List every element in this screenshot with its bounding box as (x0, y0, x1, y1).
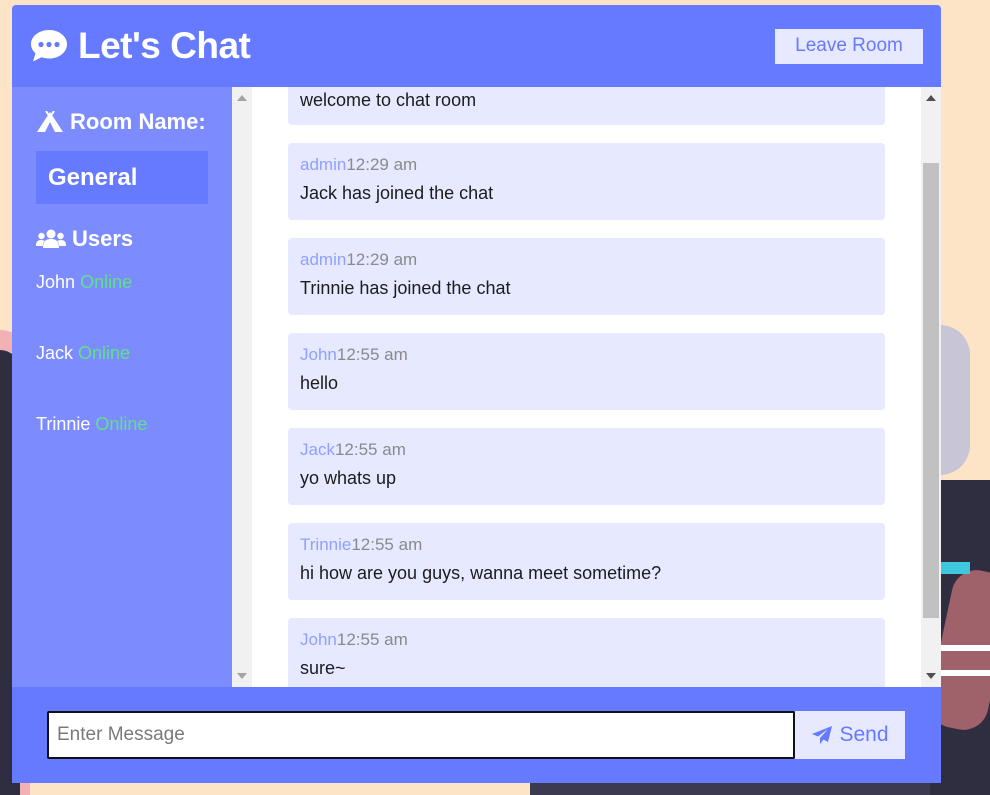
message-text: hello (300, 373, 339, 393)
message-time: 12:29 am (346, 250, 418, 269)
send-button[interactable]: Send (795, 711, 905, 759)
message-author: admin (300, 155, 347, 174)
message-author: Trinnie (300, 535, 352, 554)
room-heading-label: Room Name: (70, 109, 206, 134)
message-list: welcome to chat room admin12:29 am Jack … (288, 87, 885, 687)
users-heading-label: Users (72, 226, 134, 251)
user-status: Online (80, 272, 133, 292)
message-time: 12:55 am (336, 345, 408, 364)
campground-icon (37, 111, 63, 132)
scroll-down-arrow-icon[interactable] (237, 673, 247, 679)
brand: Let's Chat (30, 25, 251, 67)
message-text: yo whats up (300, 468, 397, 488)
messages-panel[interactable]: welcome to chat room admin12:29 am Jack … (252, 87, 921, 687)
comment-dots-icon (31, 30, 67, 62)
message-text: sure~ (300, 658, 346, 678)
user-item: Trinnie Online (36, 414, 208, 485)
paper-plane-icon (812, 726, 833, 744)
scrollbar-thumb[interactable] (923, 163, 939, 618)
user-item: Jack Online (36, 343, 208, 414)
room-name: General (36, 151, 208, 204)
main-area: Room Name: General Users John Online Jac… (12, 87, 941, 687)
message-meta: admin12:29 am (300, 155, 873, 175)
message-meta: Trinnie12:55 am (300, 535, 873, 555)
message-author: Jack (300, 440, 335, 459)
illustration-shape (940, 562, 970, 574)
chat-header: Let's Chat Leave Room (12, 5, 941, 87)
message-item: Jack12:55 am yo whats up (288, 428, 885, 505)
message-input[interactable] (47, 711, 795, 759)
message-time: 12:55 am (334, 440, 406, 459)
illustration-shape (940, 670, 990, 676)
message-item: welcome to chat room (288, 87, 885, 125)
message-text: welcome to chat room (300, 90, 477, 110)
users-list: John Online Jack Online Trinnie Online (36, 272, 208, 485)
users-icon (36, 229, 66, 248)
message-composer: Send (12, 687, 941, 783)
user-item: John Online (36, 272, 208, 343)
message-time: 12:55 am (351, 535, 423, 554)
message-meta: John12:55 am (300, 345, 873, 365)
room-heading: Room Name: (36, 109, 208, 135)
message-author: admin (300, 250, 347, 269)
message-item: John12:55 am hello (288, 333, 885, 410)
message-item: admin12:29 am Jack has joined the chat (288, 143, 885, 220)
message-author: John (300, 630, 337, 649)
send-label: Send (839, 723, 889, 746)
user-name: Jack (36, 343, 74, 363)
message-item: Trinnie12:55 am hi how are you guys, wan… (288, 523, 885, 600)
left-scrollbar[interactable] (232, 87, 252, 687)
right-scrollbar[interactable] (921, 87, 941, 687)
users-heading: Users (36, 226, 208, 252)
message-meta: admin12:29 am (300, 250, 873, 270)
message-time: 12:55 am (336, 630, 408, 649)
scroll-up-arrow-icon[interactable] (926, 95, 936, 101)
message-time: 12:29 am (346, 155, 418, 174)
user-name: John (36, 272, 76, 292)
user-status: Online (95, 414, 148, 434)
app-title: Let's Chat (78, 25, 251, 66)
message-author: John (300, 345, 337, 364)
message-meta: John12:55 am (300, 630, 873, 650)
sidebar: Room Name: General Users John Online Jac… (12, 87, 232, 687)
message-text: Jack has joined the chat (300, 183, 494, 203)
message-item: admin12:29 am Trinnie has joined the cha… (288, 238, 885, 315)
message-text: Trinnie has joined the chat (300, 278, 511, 298)
message-text: hi how are you guys, wanna meet sometime… (300, 563, 662, 583)
user-status: Online (78, 343, 131, 363)
scroll-down-arrow-icon[interactable] (926, 673, 936, 679)
user-name: Trinnie (36, 414, 91, 434)
leave-room-button[interactable]: Leave Room (775, 28, 923, 64)
illustration-shape (940, 645, 990, 651)
chat-area: welcome to chat room admin12:29 am Jack … (232, 87, 941, 687)
scroll-up-arrow-icon[interactable] (237, 95, 247, 101)
message-meta: Jack12:55 am (300, 440, 873, 460)
chat-window: Let's Chat Leave Room Room Name: General (12, 5, 941, 783)
message-item: John12:55 am sure~ (288, 618, 885, 687)
